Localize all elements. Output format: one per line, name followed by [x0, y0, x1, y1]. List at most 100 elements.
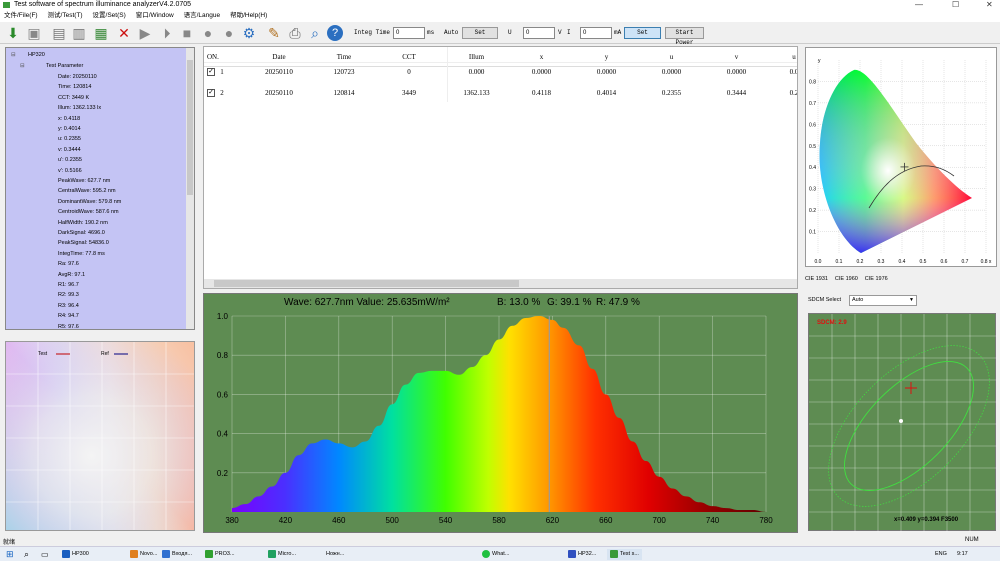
tab-cie1931[interactable]: CIE 1931 — [805, 276, 828, 282]
taskbar-item[interactable]: Novo... — [130, 549, 157, 560]
table-icon[interactable]: ▦ — [92, 24, 110, 42]
tree-item[interactable]: R3: 96.4 — [58, 302, 79, 310]
taskbar-item[interactable]: What... — [482, 549, 509, 560]
menu-set[interactable]: 设置/Set(S) — [89, 10, 130, 22]
maximize-button[interactable]: ☐ — [952, 0, 959, 10]
tree-item[interactable]: DarkSignal: 4696.0 — [58, 229, 105, 237]
tree-item[interactable]: PeakSignal: 54836.0 — [58, 239, 109, 247]
current-label: I — [567, 29, 571, 36]
collapse-icon[interactable]: ⊟ — [20, 62, 25, 70]
clock[interactable]: 9:17 — [957, 549, 968, 560]
zoom-icon[interactable]: ⌕ — [306, 24, 324, 42]
copy-icon[interactable]: ▥ — [70, 24, 88, 42]
tree-item[interactable]: R5: 97.6 — [58, 323, 79, 329]
integ-set-button[interactable]: Set — [462, 27, 498, 39]
taskbar-item[interactable]: HP32... — [568, 549, 596, 560]
tree-item[interactable]: Illum: 1362.133 lx — [58, 104, 101, 112]
search-icon[interactable]: ⌕ — [24, 549, 29, 560]
tree-item[interactable]: R1: 96.7 — [58, 281, 79, 289]
tree-item[interactable]: u': 0.2355 — [58, 156, 82, 164]
task-view-icon[interactable]: ▭ — [41, 549, 49, 560]
tree-root[interactable]: HP320 — [28, 51, 45, 59]
document-icon[interactable]: ▤ — [50, 24, 68, 42]
v-unit-label: V — [558, 29, 562, 36]
taskbar-item[interactable]: HP300 — [62, 549, 89, 560]
taskbar-item[interactable]: Входя... — [162, 549, 192, 560]
y-tick-label: 0.6 — [809, 122, 816, 128]
tree-scroll-thumb[interactable] — [187, 60, 193, 195]
table-hscrollbar[interactable] — [204, 279, 797, 288]
tree-item[interactable]: Date: 20250110 — [58, 73, 97, 81]
y-tick-label: 1.0 — [217, 312, 229, 321]
tree-item[interactable]: CentralWave: 595.2 nm — [58, 187, 116, 195]
table-row[interactable]: ✓ 1 20250110 120723 0 0.000 0.0000 0.000… — [204, 62, 797, 82]
minimize-button[interactable]: — — [915, 0, 923, 10]
help-icon[interactable]: ? — [327, 25, 343, 41]
app-icon — [610, 549, 618, 558]
tab-cie1976[interactable]: CIE 1976 — [865, 276, 888, 282]
tree-item[interactable]: HalfWidth: 190.2 nm — [58, 219, 108, 227]
tree-item[interactable]: R2: 99.3 — [58, 291, 79, 299]
integ-time-input[interactable]: 0 — [393, 27, 425, 39]
tree-item[interactable]: CentroidWave: 587.6 nm — [58, 208, 119, 216]
connect-icon[interactable]: ⬇ — [4, 24, 22, 42]
collapse-icon[interactable]: ⊟ — [11, 51, 16, 59]
settings-icon[interactable]: ⚙ — [240, 24, 258, 42]
tree-item[interactable]: u: 0.2355 — [58, 135, 81, 143]
cell-u-prime: 0.2 — [789, 89, 798, 97]
current-input[interactable]: 0 — [580, 27, 612, 39]
taskbar-item-active[interactable]: Test s... — [607, 549, 642, 560]
menu-file[interactable]: 文件/File(F) — [0, 10, 42, 22]
tree-item[interactable]: v: 0.3444 — [58, 146, 81, 154]
table-row[interactable]: ✓ 2 20250110 120814 3449 1362.133 0.4118… — [204, 83, 797, 103]
row-checkbox[interactable]: ✓ — [207, 89, 215, 97]
x-tick-label: 660 — [599, 516, 613, 525]
start-icon[interactable]: ⊞ — [6, 549, 14, 560]
close-button[interactable]: ✕ — [986, 0, 993, 10]
app-icon — [568, 549, 576, 558]
cell-illum: 0.000 — [468, 68, 485, 76]
tree-item[interactable]: AvgR: 97.1 — [58, 271, 85, 279]
power-set-button[interactable]: Set — [624, 27, 661, 39]
disk-icon[interactable]: ▣ — [25, 24, 43, 42]
tree-group[interactable]: Test Parameter — [46, 62, 83, 70]
bulb-icon[interactable]: ● — [199, 24, 217, 42]
taskbar-item[interactable]: Micro... — [268, 549, 296, 560]
row-checkbox[interactable]: ✓ — [207, 68, 215, 76]
y-tick-label: 0.2 — [217, 469, 229, 478]
taskbar-item[interactable]: PRO3... — [205, 549, 235, 560]
play-icon[interactable]: ▶ — [136, 24, 154, 42]
tree-item[interactable]: x: 0.4118 — [58, 115, 80, 123]
tree-item[interactable]: PeakWave: 627.7 nm — [58, 177, 110, 185]
taskbar-item[interactable]: Ножн... — [326, 549, 344, 560]
sdcm-select[interactable]: Auto ▼ — [849, 295, 917, 306]
printer-icon[interactable]: ⎙ — [286, 24, 304, 42]
tree-item[interactable]: R4: 94.7 — [58, 312, 79, 320]
tree-item[interactable]: v': 0.5166 — [58, 167, 82, 175]
taskbar-item-label: Micro... — [278, 551, 297, 557]
tree-item[interactable]: IntegTime: 77.8 ms — [58, 250, 105, 258]
table-scroll-thumb[interactable] — [214, 280, 519, 287]
tree-item[interactable]: Ra: 97.6 — [58, 260, 79, 268]
tree-item[interactable]: DominantWave: 579.8 nm — [58, 198, 121, 206]
pen-icon[interactable]: ✎ — [265, 24, 283, 42]
taskbar-item-label: HP300 — [72, 551, 89, 557]
start-power-button[interactable]: Start Power — [665, 27, 704, 46]
tab-cie1960[interactable]: CIE 1960 — [835, 276, 858, 282]
tree-item[interactable]: CCT: 3449 K — [58, 94, 89, 102]
menu-window[interactable]: 窗口/Window — [132, 10, 178, 22]
language-indicator[interactable]: ENG — [935, 549, 947, 560]
tree-item[interactable]: y: 0.4014 — [58, 125, 81, 133]
bulb-off-icon[interactable]: ● — [220, 24, 238, 42]
voltage-input[interactable]: 0 — [523, 27, 555, 39]
tree-scrollbar[interactable] — [186, 48, 194, 329]
tree-item[interactable]: Time: 120814 — [58, 83, 91, 91]
x-tick-label: 0.4 — [899, 259, 906, 265]
menu-help[interactable]: 帮助/Help(H) — [226, 10, 271, 22]
fast-forward-icon[interactable]: ⏵ — [158, 24, 176, 42]
menu-langue[interactable]: 语言/Langue — [180, 10, 225, 22]
stop-icon[interactable]: ■ — [178, 24, 196, 42]
menu-test[interactable]: 测试/Test(T) — [44, 10, 87, 22]
delete-icon[interactable]: ✕ — [115, 24, 133, 42]
x-tick-label: 620 — [546, 516, 560, 525]
